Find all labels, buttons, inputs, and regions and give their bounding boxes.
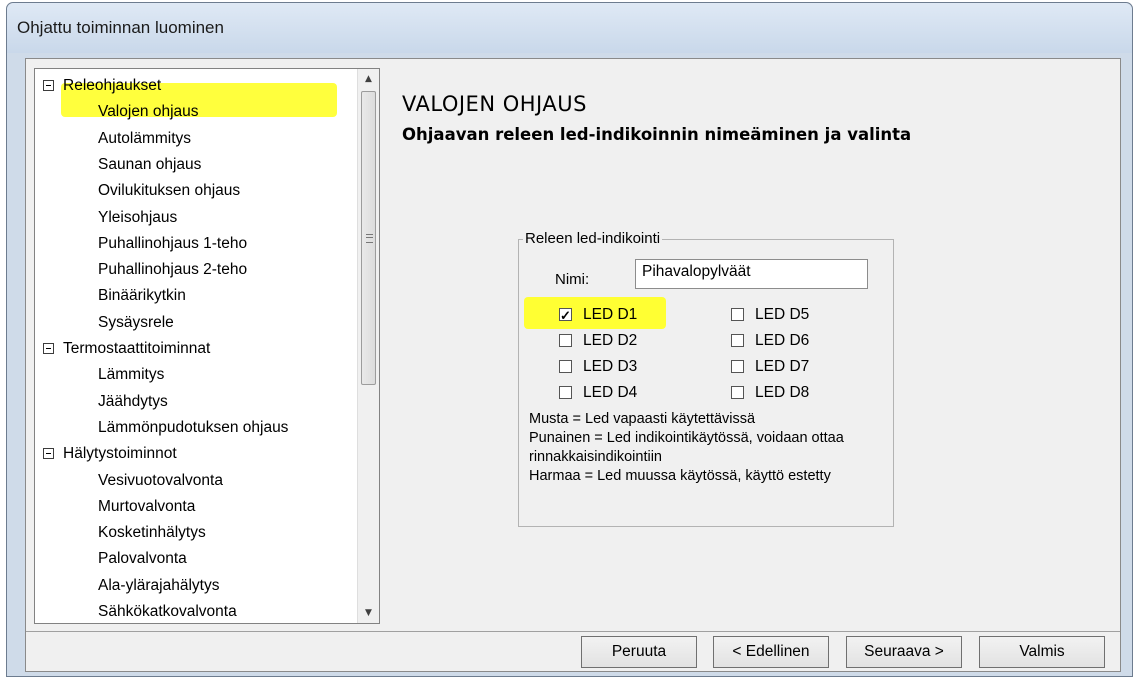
legend-line: rinnakkaisindikointiin (529, 449, 662, 465)
tree-item-label: Hälytystoiminnot (63, 445, 177, 463)
checkbox-icon[interactable] (731, 360, 744, 373)
tree-item-label: Sähkökatkovalvonta (98, 603, 237, 620)
window-title: Ohjattu toiminnan luominen (17, 18, 224, 37)
tree-scrollbar[interactable]: ▲ ▼ (357, 69, 379, 623)
tree-item-label: Murtovalvonta (98, 497, 196, 515)
legend-line: Musta = Led vapaasti käytettävissä (529, 411, 756, 427)
led-label: LED D2 (583, 332, 638, 349)
led-label: LED D1 (583, 306, 638, 323)
grip-icon (366, 234, 373, 243)
tree-item-label: Sysäysrele (98, 313, 174, 331)
tree-item-label: Lämmitys (98, 366, 165, 384)
collapse-icon[interactable] (43, 448, 54, 460)
tree-item-label: Puhallinohjaus 1-teho (98, 234, 248, 252)
tree-item-label: Yleisohjaus (98, 208, 178, 226)
led-label: LED D5 (755, 306, 810, 323)
checkbox-icon[interactable] (559, 386, 572, 399)
tree-item-label: Lämmönpudotuksen ohjaus (98, 418, 289, 436)
tree-item-label: Vesivuotovalvonta (98, 471, 223, 489)
finish-button[interactable]: Valmis (979, 636, 1105, 668)
function-tree: Releohjaukset Valojen ohjaus Autolämmitys S… (34, 68, 380, 624)
wizard-window: Ohjattu toiminnan luominen Releohjaukset… (6, 2, 1133, 677)
content-panel: VALOJEN OHJAUS Ohjaavan releen led-indik… (396, 59, 1116, 629)
led-label: LED D8 (755, 384, 810, 401)
tree-item-label: Releohjaukset (63, 77, 162, 94)
led-label: LED D6 (755, 332, 810, 349)
tree-item-label: Binäärikytkin (98, 287, 186, 305)
button-divider (26, 631, 1120, 632)
tree-item-label: Valojen ohjaus (98, 103, 199, 121)
checkbox-icon[interactable] (731, 308, 744, 321)
tree-item-label: Kosketinhälytys (98, 524, 206, 542)
scroll-down-icon[interactable]: ▼ (358, 603, 379, 623)
scroll-up-icon[interactable]: ▲ (358, 69, 379, 89)
cancel-button[interactable]: Peruuta (581, 636, 697, 668)
tree-item-label: Jäähdytys (98, 392, 168, 410)
checkbox-icon[interactable] (559, 334, 572, 347)
led-label: LED D7 (755, 358, 810, 375)
page-subtitle: Ohjaavan releen led-indikoinnin nimeämin… (402, 125, 912, 144)
page-title: VALOJEN OHJAUS (402, 92, 587, 116)
scroll-thumb[interactable] (361, 91, 376, 385)
checkbox-icon[interactable] (559, 360, 572, 373)
checkbox-checked-icon[interactable] (559, 305, 572, 327)
group-title: Releen led-indikointi (523, 230, 663, 247)
checkbox-icon[interactable] (731, 334, 744, 347)
legend-line: Punainen = Led indikointikäytössä, voida… (529, 430, 844, 446)
back-button[interactable]: < Edellinen (713, 636, 829, 668)
tree-item-label: Ovilukituksen ohjaus (98, 182, 241, 200)
legend-line: Harmaa = Led muussa käytössä, käyttö est… (529, 468, 831, 484)
led-label: LED D3 (583, 358, 638, 375)
title-bar[interactable]: Ohjattu toiminnan luominen (7, 3, 1132, 53)
checkbox-icon[interactable] (731, 386, 744, 399)
led-label: LED D4 (583, 384, 638, 401)
name-label: Nimi: (555, 271, 590, 288)
tree-item-label: Ala-ylärajahälytys (98, 576, 220, 594)
next-button[interactable]: Seuraava > (846, 636, 962, 668)
tree-item-label: Saunan ohjaus (98, 155, 202, 173)
tree-item-label: Puhallinohjaus 2-teho (98, 261, 248, 279)
tree-item-label: Autolämmitys (98, 129, 192, 147)
led-indication-group: Releen led-indikointi Nimi: Pihavalopylv… (518, 230, 894, 527)
tree-item-label: Palovalvonta (98, 550, 187, 568)
name-field[interactable]: Pihavalopylväät (635, 259, 868, 289)
wizard-client-area: Releohjaukset Valojen ohjaus Autolämmitys S… (25, 58, 1121, 672)
collapse-icon[interactable] (43, 343, 54, 354)
tree-item-label: Termostaattitoiminnat (63, 340, 211, 357)
collapse-icon[interactable] (43, 80, 54, 91)
